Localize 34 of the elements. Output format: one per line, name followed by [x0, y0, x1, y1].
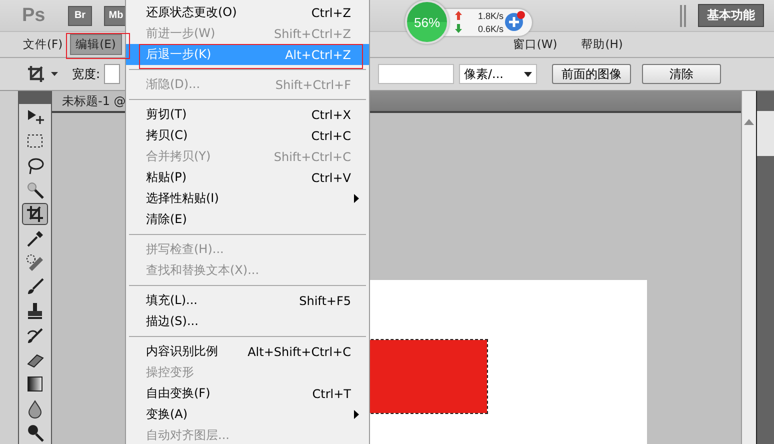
- scroll-up-icon[interactable]: [744, 119, 754, 125]
- resolution-field[interactable]: [378, 64, 454, 84]
- crop-tool-icon[interactable]: [26, 64, 60, 84]
- option-button[interactable]: 前面的图像: [552, 64, 631, 84]
- menu-item[interactable]: 填充(L)... Shift+F5: [126, 290, 369, 311]
- grip-icon: [680, 4, 686, 26]
- menu-item[interactable]: 帮助(H): [576, 35, 628, 54]
- menu-item[interactable]: 变换(A): [126, 404, 369, 425]
- menu-item[interactable]: 清除(E): [126, 209, 369, 230]
- width-field[interactable]: [104, 64, 120, 84]
- upload-speed: 1.8K/s: [478, 10, 504, 20]
- width-label: 宽度:: [72, 66, 100, 82]
- menu-item[interactable]: 拷贝(C) Ctrl+C: [126, 125, 369, 146]
- up-arrow-icon: [455, 11, 462, 20]
- app-logo: Ps: [22, 4, 46, 26]
- menu-item[interactable]: 选择性粘贴(I): [126, 188, 369, 209]
- annotation-frame: [66, 33, 130, 59]
- app-launch-button[interactable]: Br: [68, 6, 92, 26]
- option-button[interactable]: 清除: [642, 64, 721, 84]
- menu-item[interactable]: 粘贴(P) Ctrl+V: [126, 167, 369, 188]
- menu-item[interactable]: 编辑(E): [70, 34, 122, 55]
- plus-icon[interactable]: [504, 10, 526, 32]
- menu-item[interactable]: 还原状态更改(O) Ctrl+Z: [126, 2, 369, 23]
- workspace-button[interactable]: 基本功能: [698, 4, 764, 27]
- unit-select[interactable]: 像素/...: [459, 64, 537, 84]
- caret-icon: [524, 72, 532, 76]
- menu-item[interactable]: 内容识别比例 Alt+Shift+Ctrl+C: [126, 341, 369, 362]
- down-arrow-icon: [455, 24, 462, 33]
- menu-item[interactable]: 窗口(W): [508, 35, 562, 54]
- menu-item[interactable]: 自由变换(F) Ctrl+T: [126, 383, 369, 404]
- download-speed: 0.6K/s: [478, 24, 504, 34]
- crop-tool-icon[interactable]: [22, 203, 48, 226]
- menu-item[interactable]: 描边(S)...: [126, 311, 369, 332]
- menu-item[interactable]: 文件(F): [18, 35, 68, 54]
